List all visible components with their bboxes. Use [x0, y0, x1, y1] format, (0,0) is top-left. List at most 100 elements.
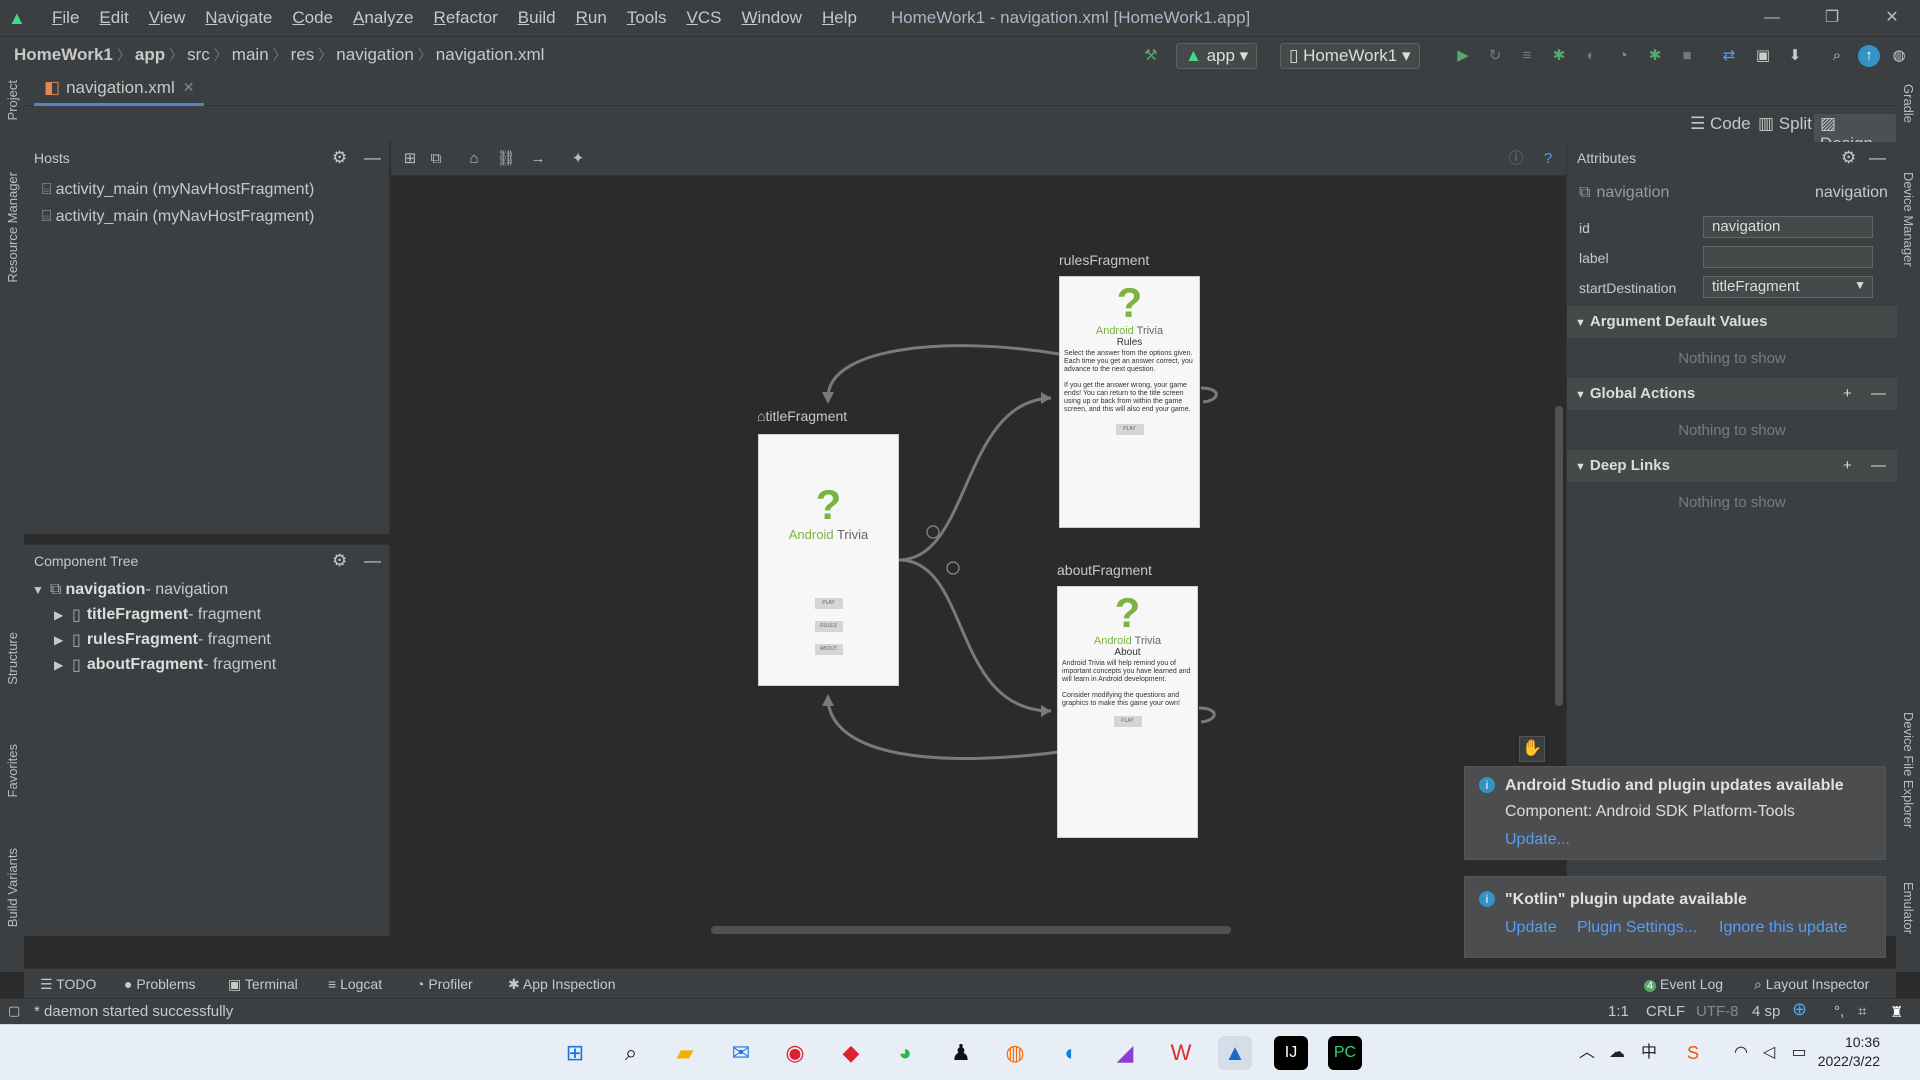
label-field[interactable]	[1703, 246, 1873, 268]
event-log-tool-tab[interactable]: 4 Event Log	[1644, 976, 1723, 992]
menu-tools[interactable]: Tools	[617, 8, 677, 28]
sync-gradle-icon[interactable]: ⇄	[1718, 45, 1740, 67]
action-arrow-rules-to-title[interactable]	[826, 344, 1060, 397]
breadcrumb-navigation[interactable]: navigation	[332, 45, 418, 65]
battery-icon[interactable]: ▭	[1782, 1036, 1816, 1070]
host-item[interactable]: ⌸ activity_main (myNavHostFragment)	[24, 203, 389, 230]
tree-item-title-fragment[interactable]: ▶ ▯ titleFragment - fragment	[24, 602, 389, 627]
gear-icon[interactable]: ⚙	[332, 551, 347, 571]
title-fragment-label[interactable]: ⌂titleFragment	[757, 408, 847, 424]
device-manager-tool-tab[interactable]: Device Manager	[1901, 172, 1916, 267]
menu-refactor[interactable]: Refactor	[424, 8, 508, 28]
tree-item-about-fragment[interactable]: ▶ ▯ aboutFragment - fragment	[24, 652, 389, 677]
host-item[interactable]: ⌸ activity_main (myNavHostFragment)	[24, 176, 389, 203]
update-icon[interactable]: ↑	[1858, 45, 1880, 67]
device-manager-icon[interactable]: ▣	[1752, 45, 1774, 67]
id-field[interactable]: navigation	[1703, 216, 1873, 238]
file-encoding[interactable]: UTF-8	[1696, 1003, 1739, 1020]
breadcrumb-module[interactable]: app	[131, 45, 169, 65]
indent-setting[interactable]: 4 sp	[1752, 1003, 1780, 1020]
navigation-graph-canvas[interactable]: ⌂titleFragment ? Android Trivia PLAY RUL…	[391, 176, 1566, 936]
device-select[interactable]: ▯ HomeWork1 ▾	[1280, 43, 1420, 69]
info-icon[interactable]: ⓘ	[1505, 148, 1527, 170]
menu-file[interactable]: File	[42, 8, 89, 28]
profile-icon[interactable]: ◔	[1612, 45, 1634, 67]
argument-defaults-section[interactable]: ▼ Argument Default Values	[1567, 306, 1897, 338]
device-file-explorer-tool-tab[interactable]: Device File Explorer	[1901, 712, 1916, 828]
debug-icon[interactable]: ✱	[1548, 45, 1570, 67]
chevron-right-icon[interactable]: ▶	[54, 608, 72, 622]
chevron-right-icon[interactable]: ▶	[54, 633, 72, 647]
shirt-icon[interactable]: ♜	[1890, 1003, 1903, 1021]
sdk-manager-icon[interactable]: ⬇	[1784, 45, 1806, 67]
minimize-panel-icon[interactable]: —	[1869, 148, 1886, 168]
about-fragment-label[interactable]: aboutFragment	[1057, 562, 1152, 578]
pycharm-icon[interactable]: PC	[1328, 1036, 1362, 1070]
coverage-icon[interactable]: ◐	[1580, 45, 1602, 67]
app-inspection-tool-tab[interactable]: ✱ App Inspection	[508, 976, 615, 993]
action-arrow-title-to-about[interactable]	[898, 558, 1052, 713]
profiler-tool-tab[interactable]: ◔ Profiler	[416, 976, 473, 992]
mail-icon[interactable]: ✉	[724, 1036, 758, 1070]
tray-app-icon[interactable]: S	[1676, 1036, 1710, 1070]
problems-tool-tab[interactable]: ● Problems	[124, 976, 196, 992]
restore-icon[interactable]: ❐	[1810, 0, 1854, 36]
app-red-icon[interactable]: ◆	[834, 1036, 868, 1070]
terminal-tool-tab[interactable]: ▣ Terminal	[228, 976, 298, 993]
menu-code[interactable]: Code	[282, 8, 343, 28]
action-arrow-title-to-rules[interactable]	[898, 396, 1052, 562]
netease-music-icon[interactable]: ◉	[778, 1036, 812, 1070]
global-actions-section[interactable]: ▼ Global Actions + —	[1567, 378, 1897, 410]
gear-icon[interactable]: ⚙	[332, 148, 347, 168]
file-explorer-icon[interactable]: ▰	[668, 1036, 702, 1070]
tree-root[interactable]: ▼ ⧉ navigation - navigation	[24, 577, 389, 602]
start-destination-select[interactable]: titleFragment ▼	[1703, 276, 1873, 298]
firefox-icon[interactable]: ◍	[998, 1036, 1032, 1070]
build-variants-tool-tab[interactable]: Build Variants	[5, 848, 20, 927]
visual-studio-icon[interactable]: ◢	[1108, 1036, 1142, 1070]
edge-icon[interactable]: ◐	[1054, 1036, 1088, 1070]
help-icon[interactable]: ?	[1537, 148, 1559, 170]
breadcrumb-src[interactable]: src	[183, 45, 214, 65]
tree-item-rules-fragment[interactable]: ▶ ▯ rulesFragment - fragment	[24, 627, 389, 652]
update-link[interactable]: Update...	[1505, 831, 1570, 849]
close-icon[interactable]: ✕	[1870, 0, 1914, 36]
tab-navigation-xml[interactable]: ◧ navigation.xml ✕	[34, 72, 205, 106]
ignore-update-link[interactable]: Ignore this update	[1719, 919, 1847, 937]
menu-edit[interactable]: Edit	[89, 8, 138, 28]
link-icon[interactable]: ⛓	[495, 148, 517, 170]
caret-position[interactable]: 1:1	[1608, 1003, 1629, 1020]
menu-vcs[interactable]: VCS	[677, 8, 732, 28]
breadcrumb-file[interactable]: navigation.xml	[432, 45, 549, 65]
menu-analyze[interactable]: Analyze	[343, 8, 423, 28]
split-mode-button[interactable]: ▥ Split	[1758, 114, 1812, 134]
breadcrumb-project[interactable]: HomeWork1	[10, 45, 117, 65]
wechat-icon[interactable]: ◕	[888, 1036, 922, 1070]
search-icon[interactable]: ⌕	[614, 1036, 648, 1070]
cloud-icon[interactable]: ☁	[1600, 1036, 1634, 1070]
rules-fragment-label[interactable]: rulesFragment	[1059, 252, 1149, 268]
minimize-panel-icon[interactable]: —	[364, 148, 381, 168]
vertical-scrollbar[interactable]	[1555, 406, 1563, 706]
menu-window[interactable]: Window	[731, 8, 811, 28]
nested-graph-icon[interactable]: ⧉	[425, 148, 447, 170]
menu-build[interactable]: Build	[508, 8, 566, 28]
minimize-icon[interactable]: —	[1750, 0, 1794, 36]
code-mode-button[interactable]: ☰ Code	[1690, 114, 1751, 134]
qq-icon[interactable]: ♟	[944, 1036, 978, 1070]
account-icon[interactable]: ◍	[1888, 45, 1910, 67]
structure-tool-tab[interactable]: Structure	[5, 632, 20, 685]
line-separator[interactable]: CRLF	[1646, 1003, 1685, 1020]
ime-icon[interactable]: ⊕	[1792, 999, 1807, 1020]
layout-inspector-tool-tab[interactable]: ⌕ Layout Inspector	[1754, 976, 1869, 993]
add-icon[interactable]: +	[1843, 457, 1852, 474]
breadcrumb-main[interactable]: main	[228, 45, 273, 65]
favorites-tool-tab[interactable]: Favorites	[5, 744, 20, 797]
pan-hand-icon[interactable]: ✋	[1519, 736, 1545, 762]
home-icon[interactable]: ⌂	[463, 148, 485, 170]
update-link[interactable]: Update	[1505, 919, 1557, 937]
chevron-up-icon[interactable]: ︿	[1570, 1036, 1604, 1070]
todo-tool-tab[interactable]: ☰ TODO	[40, 976, 96, 993]
auto-arrange-icon[interactable]: ✦	[567, 148, 589, 170]
rerun-icon[interactable]: ↻	[1484, 45, 1506, 67]
